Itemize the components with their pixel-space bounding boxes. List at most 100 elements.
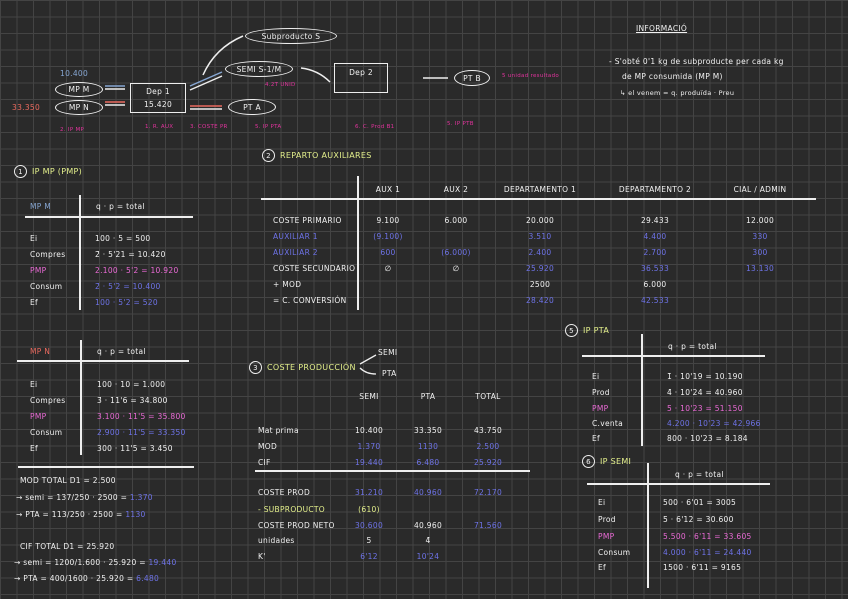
cif-pta-result: 6.480 (136, 574, 160, 583)
column-header: PTA (420, 392, 436, 401)
section1-title: 1 IP MP (PMP) (14, 165, 82, 178)
cell-value: 19.440 (354, 458, 384, 467)
row-label: Ei (30, 380, 38, 389)
mpm-header: q · p = total (96, 202, 145, 211)
cell-value: (6.000) (441, 248, 471, 257)
cell-value: 2.700 (643, 248, 667, 257)
row-value: 5̄ · 6'12 = 30.600 (663, 515, 734, 524)
row-value: 4.000 · 6'11 = 24.440 (663, 548, 752, 557)
section3-title: 3 COSTE PRODUCCIÓN (249, 361, 356, 374)
branch-semi: SEMI (378, 348, 398, 357)
row-value: 100 · 10 = 1.000 (97, 380, 166, 389)
row-label: Compres (30, 250, 66, 259)
mod-semi: → semi = 137/250 · 2500 = 1.370 (16, 493, 153, 502)
cell-value: 42.533 (640, 296, 670, 305)
mp-m-label: MP M (68, 85, 90, 94)
table-divider (255, 470, 530, 472)
row-label: CIF (258, 458, 271, 467)
step-label: 5. IP PTB (447, 121, 474, 127)
column-header: DEPARTAMENTO 1 (503, 185, 577, 194)
cell-value: 25.920 (473, 458, 503, 467)
row-value: 2̄ · 5'21 = 10.420 (95, 250, 166, 259)
cell-value: 4.400 (643, 232, 667, 241)
row-label: Ef (30, 444, 38, 453)
mpn-header: q · p = total (97, 347, 146, 356)
cell-value: 10.400 (354, 426, 384, 435)
row-value: 4̄ · 10'24 = 40.960 (667, 388, 743, 397)
row-label: PMP (30, 266, 47, 275)
row-label: Ef (592, 434, 600, 443)
branch-arrows (359, 354, 377, 375)
info-line: de MP consumida (MP M) (622, 72, 723, 81)
row-value: 3.100 · 11'5 = 35.800 (97, 412, 186, 421)
table-divider (357, 176, 359, 310)
column-header: DEPARTAMENTO 2 (618, 185, 692, 194)
mod-pta-result: 1130 (125, 510, 146, 519)
row-label: MOD (258, 442, 278, 451)
row-label: Compres (30, 396, 66, 405)
semi-label: SEMI S-1/M (236, 64, 282, 74)
row-label: Ei (598, 498, 606, 507)
cell-value: 20.000 (525, 216, 555, 225)
cell-value: 2.400 (528, 248, 552, 257)
section-title-text: COSTE PRODUCCIÓN (267, 363, 356, 372)
cell-value: 3.510 (528, 232, 552, 241)
cell-value: 12.000 (745, 216, 775, 225)
cell-value: 31.210 (354, 488, 384, 497)
cell-value: 33.350 (413, 426, 443, 435)
cif-pta: → PTA = 400/1600 · 25.920 = 6.480 (14, 574, 159, 583)
section2-title: 2 REPARTO AUXILIARES (262, 149, 372, 162)
table-divider (79, 195, 81, 310)
cell-value: 5̄ (366, 536, 372, 545)
row-label: COSTE SECUNDARIO (273, 264, 356, 273)
table-divider (587, 483, 770, 485)
section-title-text: REPARTO AUXILIARES (280, 151, 372, 160)
row-value: 1500 · 6'11 = 9165 (663, 563, 742, 572)
dep1-box: Dep 1 15.420 (130, 83, 186, 113)
dep1-value: 15.420 (143, 100, 173, 109)
cell-value: 2.500 (476, 442, 500, 451)
step-label: 3. COSTE PR (190, 124, 228, 130)
section-title-text: IP MP (PMP) (32, 167, 83, 176)
cif-pta-formula: → PTA = 400/1600 · 25.920 = (14, 574, 137, 583)
row-label: C.venta (592, 419, 624, 428)
cell-value: 29.433 (640, 216, 670, 225)
row-label: AUXILIAR 1 (273, 232, 318, 241)
row-label: PMP (592, 404, 609, 413)
row-value: 5̄ · 10'23 = 51.150 (667, 404, 743, 413)
ptb-node: PT B (454, 70, 490, 86)
section-number-badge: 6 (582, 455, 595, 468)
row-label: Consum (598, 548, 631, 557)
cell-value: 1.370 (357, 442, 381, 451)
row-label: unidades (258, 536, 295, 545)
section-number-badge: 1 (14, 165, 27, 178)
row-label: PMP (598, 532, 615, 541)
row-label: Prod (592, 388, 610, 397)
row-value: 300 · 11'5 = 3.450 (97, 444, 173, 453)
ptb-label: PT B (463, 73, 481, 83)
mpm-header-label: MP M (30, 202, 52, 211)
pta-node: PT A (228, 99, 276, 115)
step-label: 2. IP MP (60, 127, 85, 133)
row-value: 500 · 6'01 = 3005 (663, 498, 737, 507)
cif-total: CIF TOTAL D1 = 25.920 (20, 542, 115, 551)
cell-value: 4̄ (425, 536, 431, 545)
dep2-label: Dep 2 (349, 68, 373, 77)
table-divider (647, 463, 649, 588)
row-value: 4.200 · 10'23 = 42.966 (667, 419, 761, 428)
cell-value: 28.420 (525, 296, 555, 305)
section5-title: 5 IP PTA (565, 324, 609, 337)
column-header: SEMI (359, 392, 379, 401)
ip-pta-header: q · p = total (668, 342, 717, 351)
row-label: Mat prima (258, 426, 299, 435)
step-label: 6. C. Prod B1 (355, 124, 395, 130)
row-label: COSTE PROD NETO (258, 521, 335, 530)
row-label: AUXILIAR 2 (273, 248, 318, 257)
row-value: 100 · 5'2 = 520 (95, 298, 158, 307)
section-title-text: IP PTA (583, 326, 610, 335)
column-header: TOTAL (475, 392, 501, 401)
cell-value: 9.100 (376, 216, 400, 225)
cell-value: 6.000 (444, 216, 468, 225)
column-header: AUX 1 (375, 185, 401, 194)
section-number-badge: 5 (565, 324, 578, 337)
